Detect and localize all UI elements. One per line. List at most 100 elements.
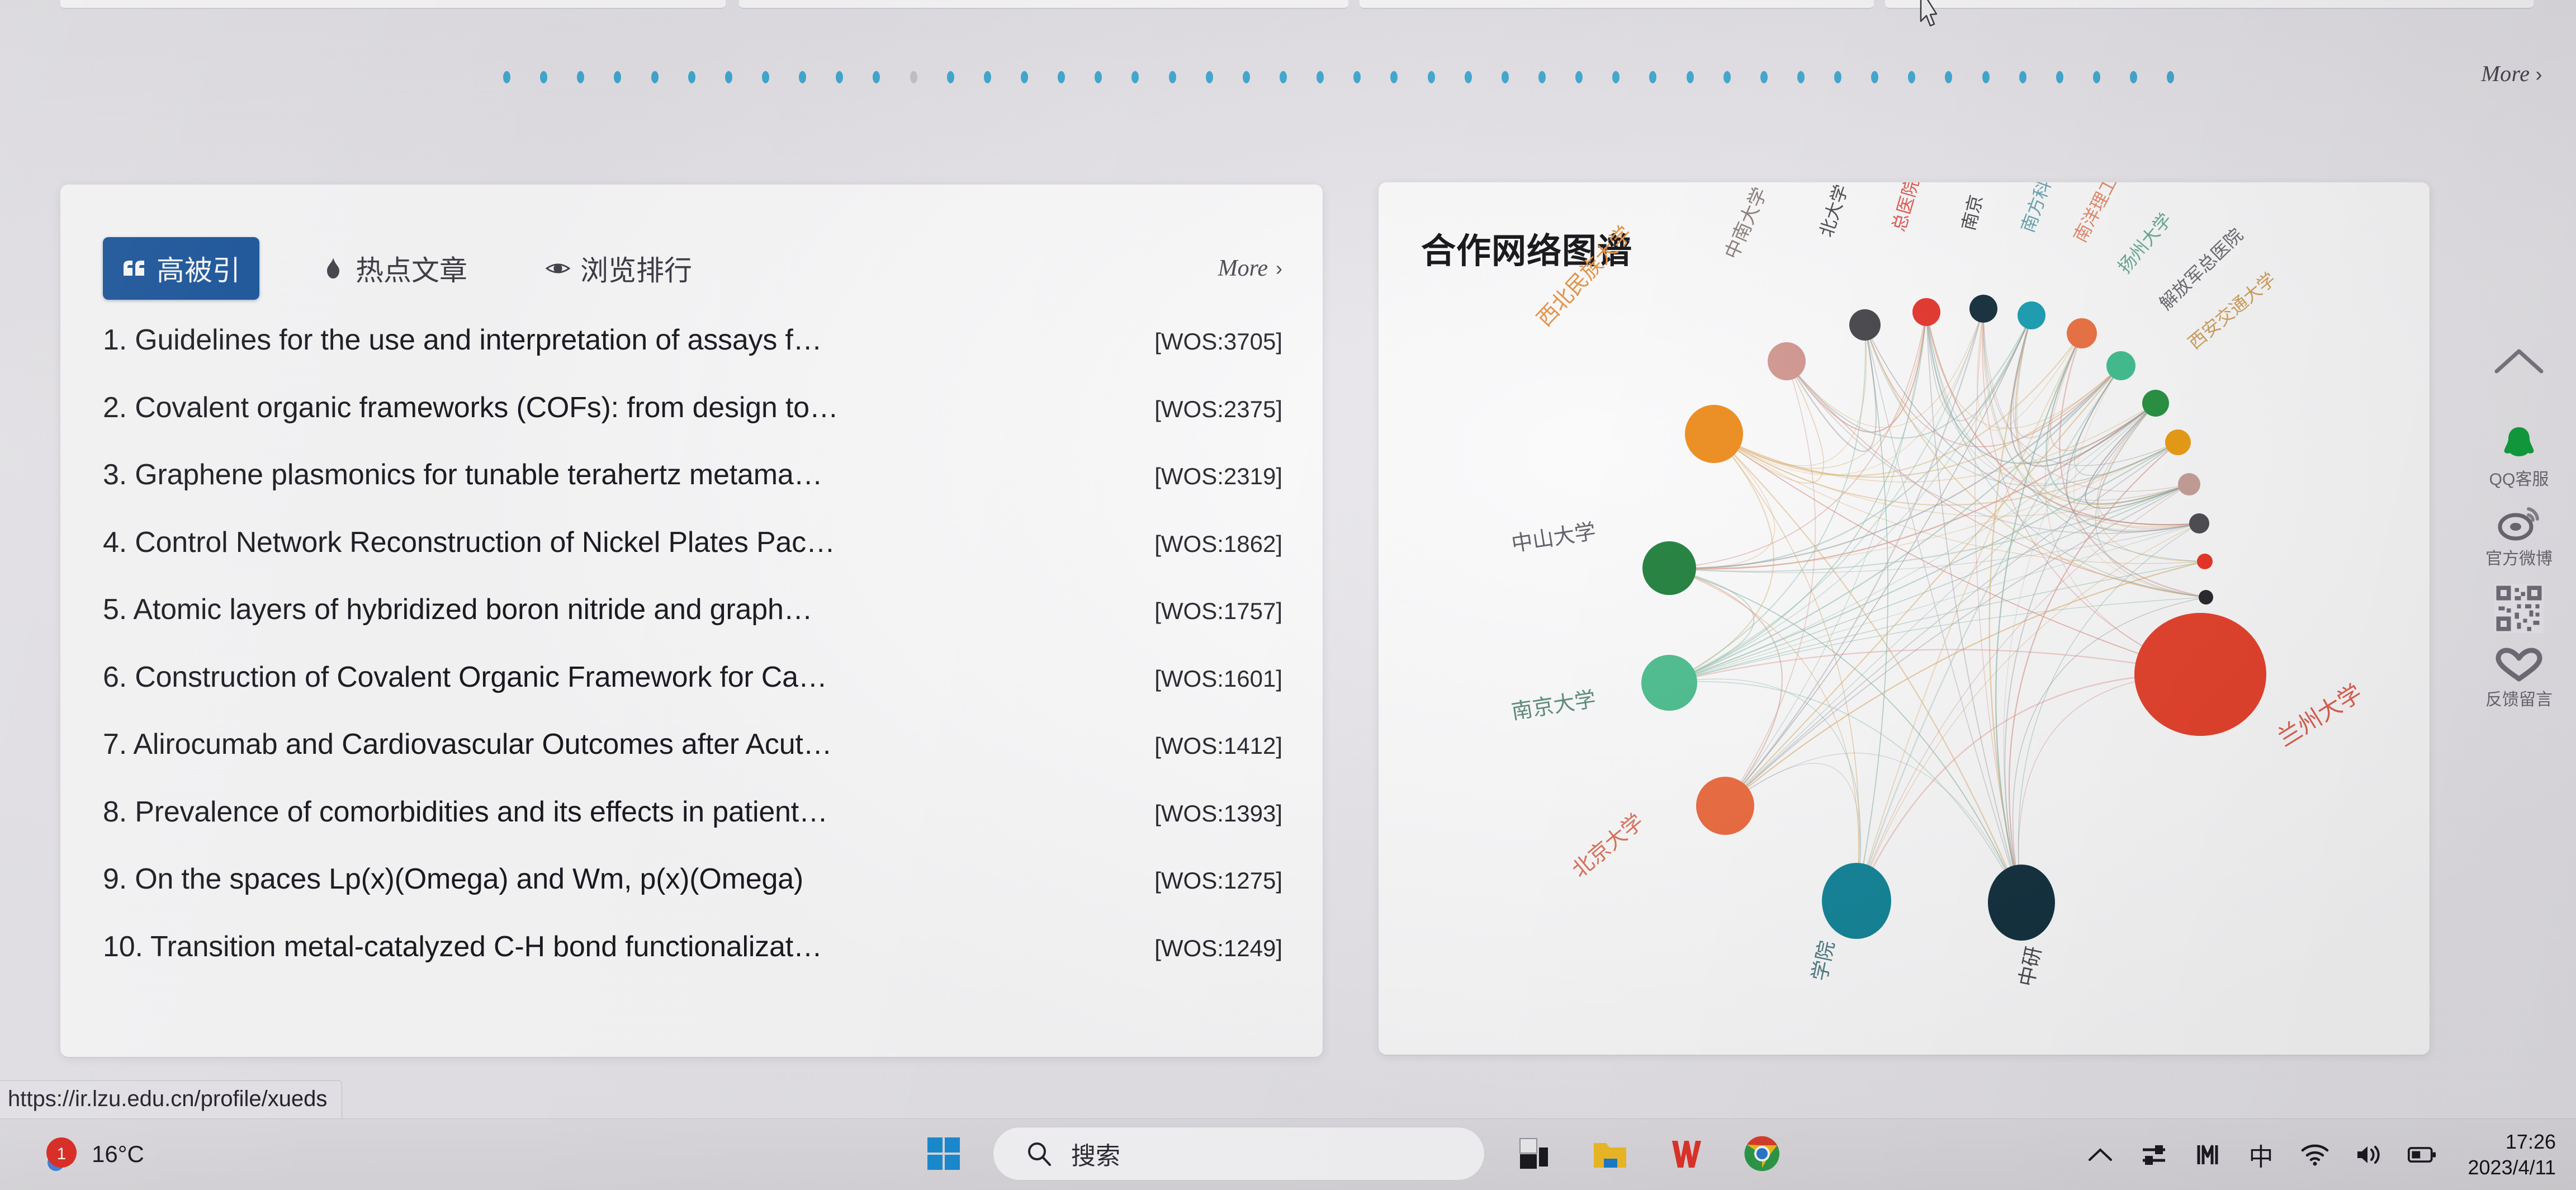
tab-highly-cited[interactable]: 高被引 <box>103 237 259 300</box>
carousel-dot[interactable] <box>1020 71 1028 83</box>
more-link-list[interactable]: More › <box>1218 255 1282 282</box>
show-hidden-icons-button[interactable] <box>2086 1138 2115 1172</box>
weibo-button[interactable]: 官方微博 <box>2466 494 2572 574</box>
list-item[interactable]: 1. Guidelines for the use and interpreta… <box>103 319 1282 386</box>
qrcode-button[interactable] <box>2466 574 2572 638</box>
qq-service-button[interactable]: QQ客服 <box>2466 415 2572 494</box>
media-tray-button[interactable] <box>2193 1138 2222 1172</box>
network-node[interactable] <box>2197 554 2213 569</box>
carousel-dot[interactable] <box>1649 71 1657 83</box>
carousel-dot[interactable] <box>688 71 695 83</box>
volume-tray-button[interactable] <box>2354 1138 2383 1172</box>
network-node[interactable] <box>2199 590 2213 605</box>
carousel-dot[interactable] <box>1834 71 1842 83</box>
carousel-dot[interactable] <box>1575 71 1583 83</box>
settings-tray-button[interactable] <box>2139 1138 2168 1172</box>
carousel-dot[interactable] <box>1612 71 1620 83</box>
carousel-dot[interactable] <box>910 71 917 83</box>
carousel-dot[interactable] <box>577 71 585 83</box>
network-node[interactable] <box>2189 513 2209 533</box>
carousel-dot[interactable] <box>1686 71 1694 83</box>
carousel-dot[interactable] <box>614 71 622 83</box>
carousel-dot[interactable] <box>2019 71 2026 83</box>
list-item[interactable]: 4. Control Network Reconstruction of Nic… <box>103 521 1282 589</box>
network-node[interactable] <box>1641 655 1697 711</box>
carousel-dot[interactable] <box>1760 71 1768 83</box>
weather-widget[interactable]: 1 16°C <box>39 1136 144 1173</box>
tab-hot-articles[interactable]: 热点文章 <box>304 238 484 299</box>
network-node[interactable] <box>2018 301 2045 329</box>
wps-office-button[interactable] <box>1659 1127 1713 1180</box>
carousel-dots[interactable] <box>503 69 2175 85</box>
carousel-dot[interactable] <box>1797 71 1805 83</box>
carousel-dot[interactable] <box>1871 71 1879 83</box>
start-button[interactable] <box>917 1127 970 1180</box>
network-node[interactable] <box>1642 541 1696 595</box>
list-item[interactable]: 10. Transition metal-catalyzed C-H bond … <box>103 925 1282 993</box>
carousel-dot[interactable] <box>540 71 548 83</box>
carousel-dot[interactable] <box>2130 71 2138 83</box>
task-view-button[interactable] <box>1507 1127 1561 1180</box>
network-tray-button[interactable] <box>2300 1138 2329 1172</box>
network-node[interactable] <box>2165 429 2191 455</box>
carousel-dot[interactable] <box>1317 71 1324 83</box>
carousel-dot[interactable] <box>761 71 769 83</box>
carousel-dot[interactable] <box>1723 71 1731 83</box>
carousel-dot[interactable] <box>2167 71 2175 83</box>
carousel-dot[interactable] <box>1538 71 1546 83</box>
collaboration-network-graph[interactable]: 兰州大学 西北民族大学中山大学南京大学北京大学学院 中研 中南大学 北大学 总医院 南京 南方… <box>1379 182 2430 1055</box>
carousel-dot[interactable] <box>873 71 880 83</box>
list-item[interactable]: 7. Alirocumab and Cardiovascular Outcome… <box>103 723 1282 791</box>
list-item[interactable]: 5. Atomic layers of hybridized boron nit… <box>103 588 1282 656</box>
tab-browse-ranking[interactable]: 浏览排行 <box>529 238 709 299</box>
carousel-dot[interactable] <box>799 71 807 83</box>
carousel-dot[interactable] <box>503 71 510 83</box>
list-item[interactable]: 6. Construction of Covalent Organic Fram… <box>103 656 1282 724</box>
carousel-dot[interactable] <box>1058 71 1066 83</box>
carousel-dot[interactable] <box>946 71 954 83</box>
back-to-top-button[interactable] <box>2466 336 2572 415</box>
carousel-dot[interactable] <box>1908 71 1916 83</box>
network-node[interactable] <box>2134 613 2266 736</box>
list-item[interactable]: 2. Covalent organic frameworks (COFs): f… <box>103 386 1282 454</box>
more-link-top[interactable]: More › <box>2481 60 2542 87</box>
carousel-dot[interactable] <box>1427 71 1435 83</box>
carousel-dot[interactable] <box>1279 71 1287 83</box>
carousel-dot[interactable] <box>2056 71 2063 83</box>
network-node[interactable] <box>2142 390 2169 417</box>
carousel-dot[interactable] <box>1464 71 1472 83</box>
carousel-dot[interactable] <box>1390 71 1398 83</box>
carousel-dot[interactable] <box>724 71 732 83</box>
network-node[interactable] <box>2067 318 2097 348</box>
network-node[interactable] <box>1696 777 1754 835</box>
taskbar-clock[interactable]: 17:26 2023/4/11 <box>2468 1129 2556 1180</box>
ime-indicator[interactable]: 中 <box>2247 1138 2276 1172</box>
carousel-dot[interactable] <box>2093 71 2101 83</box>
network-nodes[interactable]: 兰州大学 西北民族大学中山大学南京大学北京大学学院 中研 中南大学 北大学 总医院 南京 南方… <box>1510 182 2366 989</box>
taskbar-search-box[interactable]: 搜索 <box>993 1127 1485 1180</box>
network-node[interactable] <box>1912 298 1940 326</box>
network-node[interactable] <box>1988 865 2055 941</box>
list-item[interactable]: 9. On the spaces Lp(x)(Omega) and Wm, p(… <box>103 858 1282 925</box>
file-explorer-button[interactable] <box>1583 1127 1637 1180</box>
carousel-dot[interactable] <box>651 71 659 83</box>
feedback-button[interactable]: 反馈留言 <box>2466 638 2572 715</box>
carousel-dot[interactable] <box>1095 71 1102 83</box>
network-node[interactable] <box>1969 295 1997 323</box>
carousel-dot[interactable] <box>1242 71 1250 83</box>
carousel-dot[interactable] <box>1205 71 1213 83</box>
carousel-dot[interactable] <box>983 71 991 83</box>
network-node[interactable] <box>1822 863 1891 939</box>
battery-tray-button[interactable] <box>2407 1138 2437 1172</box>
carousel-dot[interactable] <box>1353 71 1361 83</box>
network-node[interactable] <box>1849 309 1881 341</box>
network-node[interactable] <box>2106 351 2135 380</box>
carousel-dot[interactable] <box>1501 71 1509 83</box>
list-item[interactable]: 8. Prevalence of comorbidities and its e… <box>103 791 1282 858</box>
carousel-dot[interactable] <box>836 71 844 83</box>
network-node[interactable] <box>2178 473 2200 495</box>
carousel-dot[interactable] <box>1982 71 1990 83</box>
chrome-button[interactable] <box>1735 1127 1789 1180</box>
carousel-dot[interactable] <box>1131 71 1139 83</box>
carousel-dot[interactable] <box>1945 71 1953 83</box>
